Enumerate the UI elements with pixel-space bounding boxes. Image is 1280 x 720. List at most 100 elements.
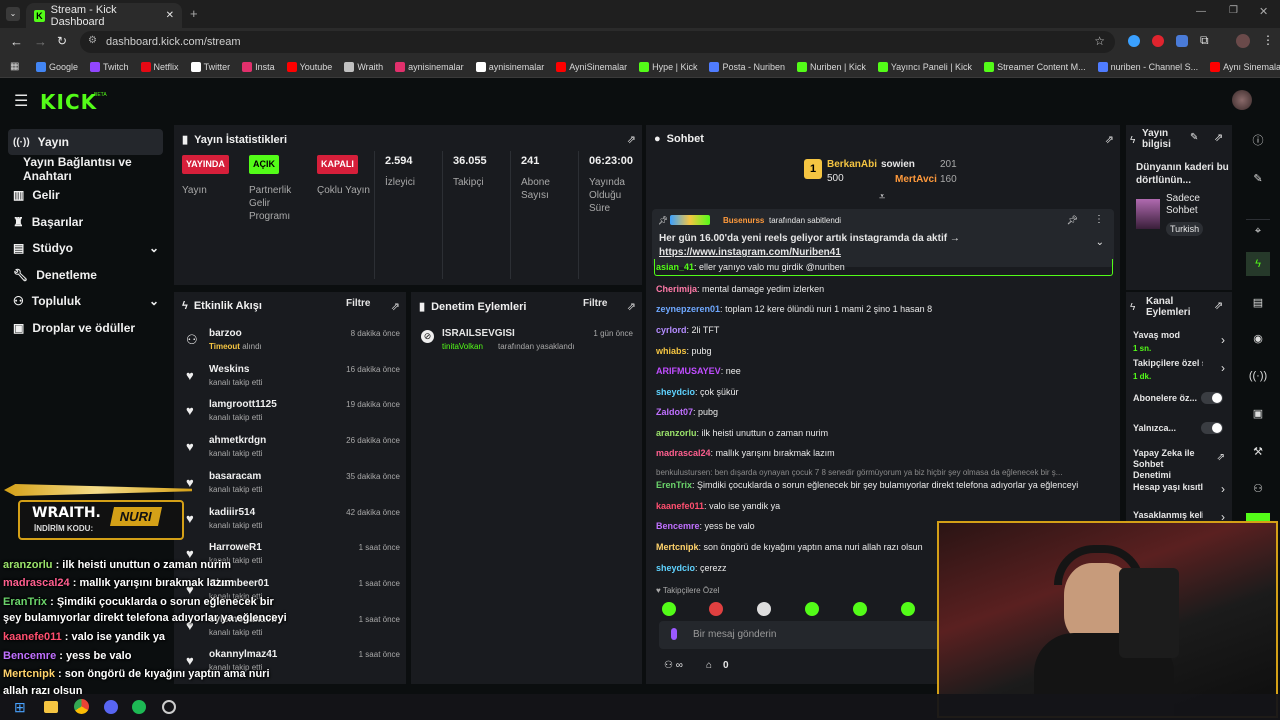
bookmark-item[interactable]: Youtube — [286, 61, 332, 72]
bookmark-item[interactable]: Hype | Kick — [639, 61, 697, 72]
channel-action-row[interactable]: Yavaş mod 1 sn. › — [1133, 330, 1229, 353]
chat-message[interactable]: asian_41: eller yanıyo valo mu girdik @n… — [656, 262, 1116, 272]
bookmark-item[interactable]: aynisinemalar — [395, 61, 464, 72]
browser-menu-icon[interactable]: ⋮ — [1262, 33, 1274, 47]
minimize-icon[interactable]: — — [1196, 6, 1206, 17]
bookmark-item[interactable]: Wraith — [344, 61, 383, 72]
bookmark-item[interactable]: Google — [36, 61, 78, 72]
chat-message[interactable]: sheydcio: çok şükür — [656, 387, 1116, 397]
channel-action-row[interactable]: Takipçilere özel s 1 dk. › — [1133, 358, 1229, 381]
reload-icon[interactable]: ↻ — [57, 34, 67, 48]
chat-message[interactable]: aranzorlu: ilk heisti unuttun o zaman nu… — [656, 428, 1116, 438]
tab-close-icon[interactable]: ✕ — [166, 10, 174, 21]
broadcast-icon[interactable]: ((·)) — [1246, 364, 1270, 388]
chat-username[interactable]: Cherimija — [656, 284, 697, 294]
chat-message[interactable]: ARIFMUSAYEV: nee — [656, 366, 1116, 376]
popout-icon[interactable]: ⇗ — [1105, 133, 1114, 146]
sidebar-item-stream-key[interactable]: Yayın Bağlantısı ve Anahtarı — [18, 155, 173, 183]
popout-icon[interactable]: ⇗ — [1214, 299, 1223, 312]
filter-button[interactable]: Filtre — [583, 298, 607, 309]
obs-icon[interactable] — [162, 700, 176, 714]
popout-icon[interactable]: ⇗ — [627, 300, 636, 313]
emote-icon[interactable] — [853, 602, 867, 616]
chat-username[interactable]: asian_41 — [656, 262, 694, 272]
document-icon[interactable]: ▤ — [1246, 290, 1270, 314]
bookmark-item[interactable]: Netflix — [140, 61, 179, 72]
profile-avatar-icon[interactable] — [1236, 34, 1250, 48]
bookmark-item[interactable]: Insta — [242, 61, 275, 72]
chat-message[interactable]: cyrlord: 2li TFT — [656, 325, 1116, 335]
emote-icon[interactable] — [901, 602, 915, 616]
bookmark-item[interactable]: Aynı Sinemalar - Ça... — [1210, 61, 1280, 72]
moderation-row[interactable]: ⊘ ISRAILSEVGISI tinitaVolkan tarafından … — [421, 326, 637, 356]
category-name[interactable]: Sadece Sohbet — [1166, 193, 1226, 217]
chat-username[interactable]: Bencemre — [656, 521, 700, 531]
chat-message[interactable]: kaanefe011: valo ise yandik ya — [656, 501, 1116, 511]
activity-row[interactable]: ♥ ahmetkrdgn kanalı takip etti 26 dakika ön… — [184, 433, 400, 467]
info-icon[interactable]: ⓘ — [1246, 128, 1270, 152]
maximize-icon[interactable]: ❐ — [1229, 5, 1238, 16]
emote-icon[interactable] — [709, 602, 723, 616]
bookmark-star-icon[interactable]: ☆ — [1094, 34, 1105, 48]
chat-username[interactable]: whiabs — [656, 346, 687, 356]
chat-username[interactable]: sheydcio — [656, 563, 695, 573]
external-link-icon[interactable]: ⇗ — [1217, 452, 1225, 463]
chat-username[interactable]: kaanefe011 — [656, 501, 704, 511]
emote-icon[interactable] — [662, 602, 676, 616]
pinned-link[interactable]: https://www.instagram.com/Nuriben41 — [659, 247, 841, 258]
users-icon[interactable]: ⚇ — [1246, 476, 1270, 500]
store-icon[interactable]: ⌂ — [706, 660, 712, 671]
windows-start-icon[interactable]: ⊞ — [14, 699, 26, 716]
chevron-right-icon[interactable]: › — [1221, 361, 1225, 375]
browser-tab[interactable]: K Stream - Kick Dashboard ✕ — [26, 3, 182, 28]
mic-icon[interactable] — [671, 628, 677, 640]
bookmark-item[interactable]: aynisinemalar — [475, 61, 544, 72]
wrench-icon[interactable]: ⚒ — [1246, 439, 1270, 463]
bookmark-item[interactable]: Nuriben | Kick — [796, 61, 866, 72]
channel-action-row[interactable]: Hesap yaşı kısıtla › — [1133, 482, 1229, 496]
chevron-down-icon[interactable]: ⌄ — [1096, 237, 1104, 248]
activity-row[interactable]: ♥ lamgroott1125 kanalı takip etti 19 dakika… — [184, 397, 400, 431]
popout-icon[interactable]: ⇗ — [627, 133, 636, 146]
activity-row[interactable]: ♥ kadiiir514 kanalı takip etti 42 dakika ön… — [184, 505, 400, 539]
new-tab-icon[interactable]: + — [190, 6, 198, 21]
popout-icon[interactable]: ⇗ — [1214, 131, 1223, 144]
chat-message[interactable]: whiabs: pubg — [656, 346, 1116, 356]
sidebar-item-topluluk[interactable]: ⚇ Topluluk ⌄ — [8, 288, 163, 314]
emote-icon[interactable] — [805, 602, 819, 616]
edit-icon[interactable]: ✎ — [1190, 132, 1198, 143]
filter-button[interactable]: Filtre — [346, 298, 370, 309]
window-close-icon[interactable]: ✕ — [1259, 5, 1268, 18]
chevron-right-icon[interactable]: › — [1221, 482, 1225, 496]
extensions-puzzle-icon[interactable]: ⧉ — [1200, 33, 1209, 48]
users-icon[interactable]: ⚇ ∞ — [664, 660, 683, 671]
tab-search-icon[interactable]: ⌄ — [6, 7, 20, 21]
sidebar-item-denetleme[interactable]: 🔧︎ Denetleme — [8, 262, 163, 288]
channel-action-row[interactable]: Yapay Zeka ile Sohbet Denetimi ⇗ — [1133, 448, 1229, 484]
channel-action-row[interactable]: Yalnızca... — [1133, 422, 1229, 437]
chat-username[interactable]: ARIFMUSAYEV — [656, 366, 721, 376]
chat-bubble-icon[interactable]: ◉ — [1246, 326, 1270, 350]
bookmark-item[interactable]: nuriben - Channel S... — [1097, 61, 1198, 72]
discord-icon[interactable] — [104, 700, 118, 714]
chat-message[interactable]: Cherimija: mental damage yedim izlerken — [656, 284, 1116, 294]
chat-message[interactable]: ErenTrix: Şimdiki çocuklarda o sorun eğl… — [656, 480, 1116, 490]
lightning-icon[interactable]: ϟ — [1246, 252, 1270, 276]
spotify-icon[interactable] — [132, 700, 146, 714]
sidebar-item-gelir[interactable]: ▥ Gelir — [8, 182, 163, 208]
chat-message[interactable]: zeynepzeren01: toplam 12 kere ölündü nur… — [656, 304, 1116, 314]
chat-username[interactable]: Zaldot07 — [656, 407, 693, 417]
sidebar-item-yayin[interactable]: ((·)) Yayın — [8, 129, 163, 155]
sidebar-item-droplar[interactable]: ▣ Droplar ve ödüller — [8, 315, 163, 341]
chat-username[interactable]: zeynepzeren01 — [656, 304, 720, 314]
activity-row[interactable]: ♥ basaracam kanalı takip etti 35 dakika önc… — [184, 469, 400, 503]
bookmark-item[interactable]: Posta - Nuriben — [709, 61, 785, 72]
extension-icon[interactable] — [1128, 35, 1140, 47]
channel-action-row[interactable]: Abonelere öz... — [1133, 392, 1229, 407]
chat-username[interactable]: sheydcio — [656, 387, 695, 397]
url-input[interactable]: ⚙ dashboard.kick.com/stream ☆ — [80, 31, 1115, 53]
forward-icon[interactable]: → — [34, 34, 47, 49]
chat-message[interactable]: Zaldot07: pubg — [656, 407, 1116, 417]
expand-leaderboard-icon[interactable]: ⩡ — [879, 191, 885, 204]
user-avatar[interactable] — [1232, 90, 1252, 110]
